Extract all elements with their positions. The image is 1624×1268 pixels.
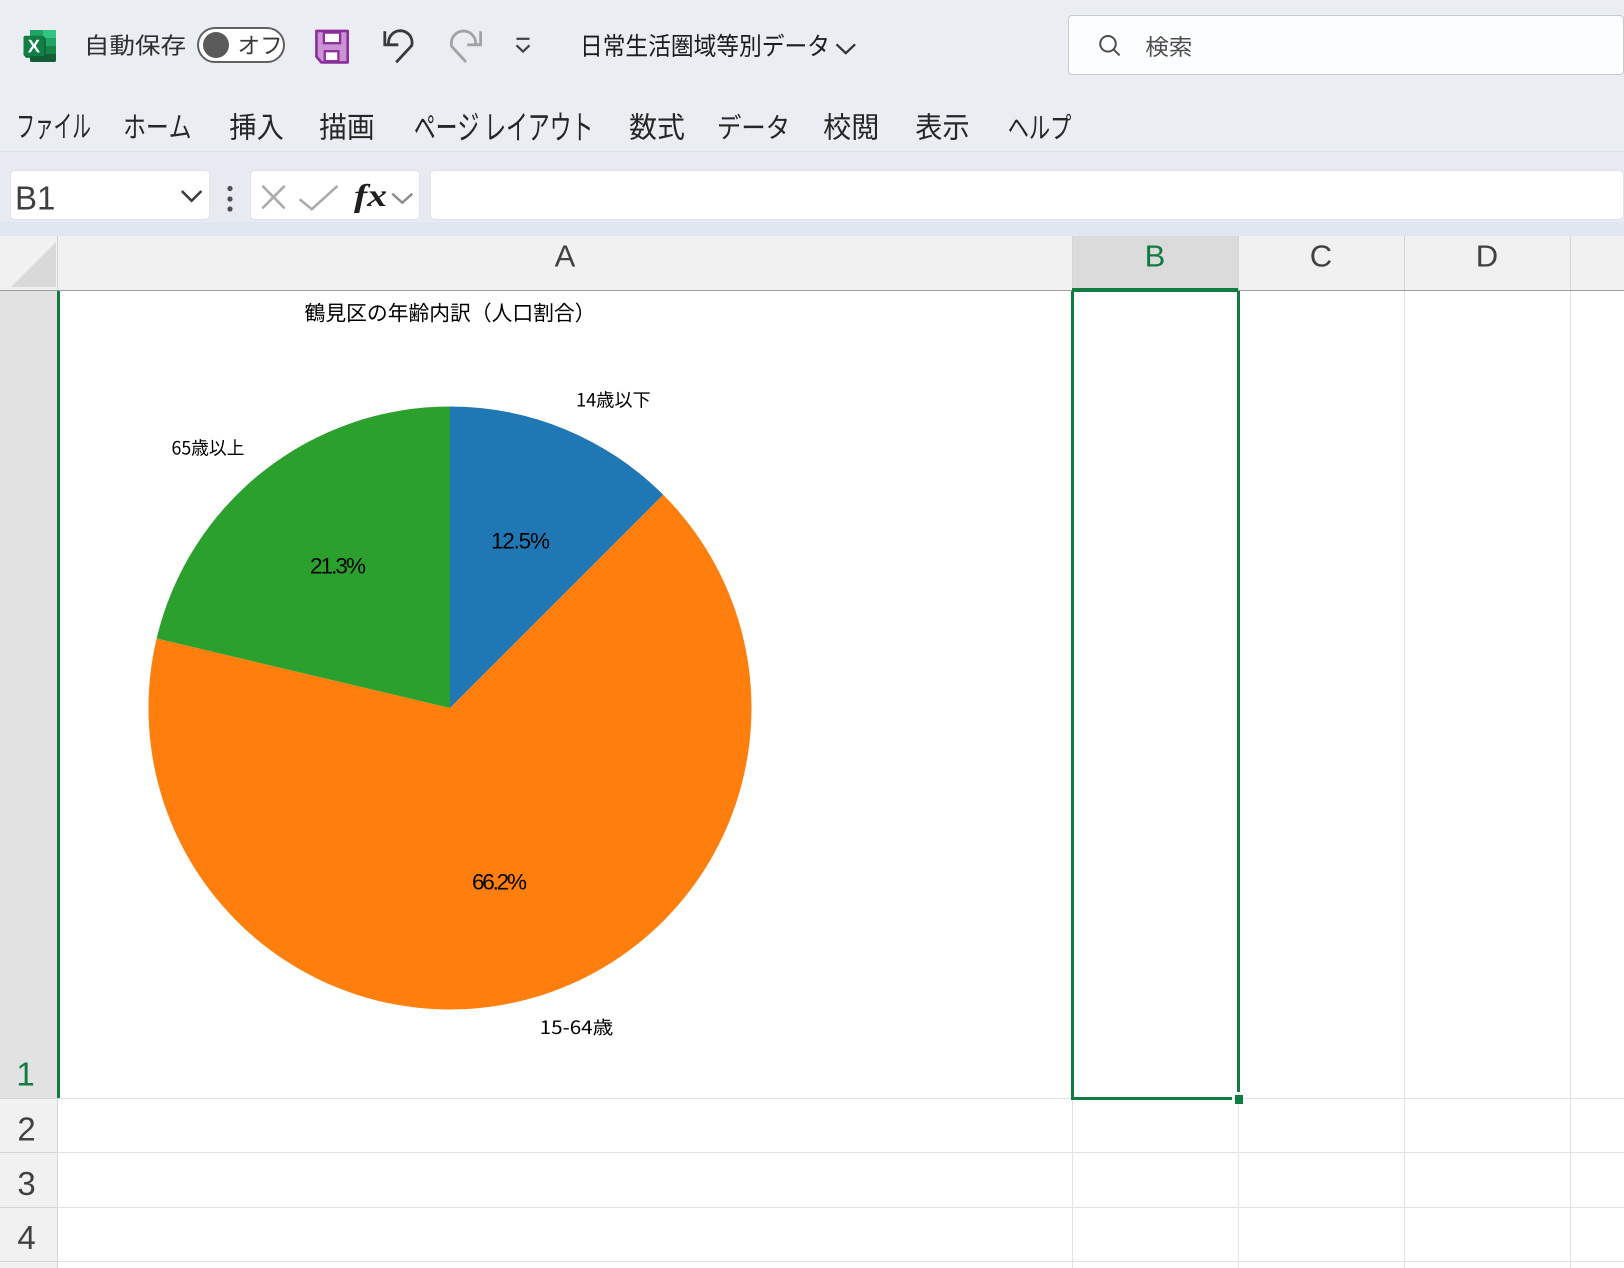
svg-text:C: C	[1310, 239, 1332, 274]
svg-text:2: 2	[17, 1111, 35, 1148]
svg-text:66.2%: 66.2%	[472, 870, 527, 895]
svg-text:12.5%: 12.5%	[491, 529, 550, 554]
svg-text:A: A	[555, 239, 576, 274]
svg-text:fx: fx	[354, 177, 387, 213]
svg-text:B1: B1	[15, 180, 55, 217]
svg-text:D: D	[1476, 239, 1498, 274]
svg-text:1: 1	[16, 1056, 34, 1093]
svg-text:B: B	[1145, 239, 1166, 274]
svg-text:21.3%: 21.3%	[310, 554, 366, 579]
svg-text:3: 3	[17, 1165, 35, 1202]
svg-text:4: 4	[17, 1219, 35, 1256]
